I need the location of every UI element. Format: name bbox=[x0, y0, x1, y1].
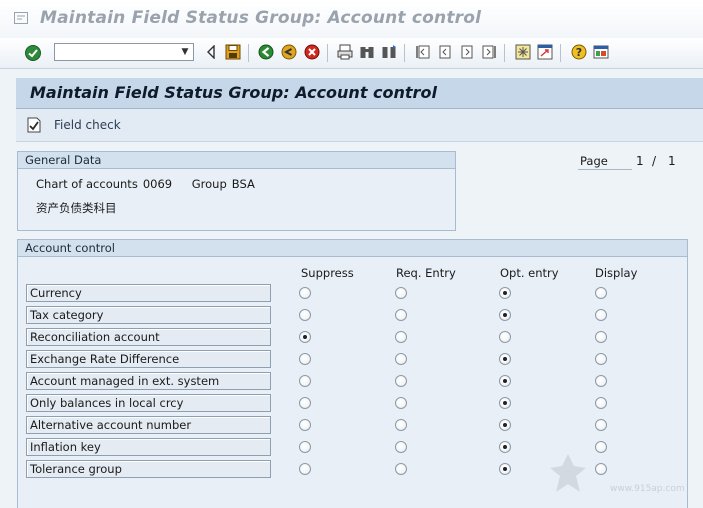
radio-required[interactable] bbox=[395, 441, 407, 453]
svg-text:?: ? bbox=[576, 46, 582, 59]
field-label: Tolerance group bbox=[26, 460, 271, 478]
radio-suppress[interactable] bbox=[299, 375, 311, 387]
window-menu-icon[interactable] bbox=[14, 12, 28, 24]
find-next-icon[interactable] bbox=[380, 43, 398, 61]
radio-optional[interactable] bbox=[499, 397, 511, 409]
window-title: Maintain Field Status Group: Account con… bbox=[40, 8, 482, 28]
page-title: Maintain Field Status Group: Account con… bbox=[30, 83, 437, 102]
radio-display[interactable] bbox=[595, 397, 607, 409]
group-label: Group bbox=[191, 177, 227, 191]
general-data-group: General Data Chart of accounts 0069 Group… bbox=[17, 151, 456, 231]
toolbar-separator bbox=[327, 44, 328, 62]
command-input[interactable] bbox=[57, 45, 181, 61]
field-label: Only balances in local crcy bbox=[26, 394, 271, 412]
radio-display[interactable] bbox=[595, 375, 607, 387]
cancel-icon[interactable] bbox=[303, 43, 321, 61]
exit-icon[interactable] bbox=[280, 43, 298, 61]
radio-suppress[interactable] bbox=[299, 287, 311, 299]
radio-optional[interactable] bbox=[499, 331, 511, 343]
chart-of-accounts-label: Chart of accounts bbox=[36, 177, 138, 191]
toolbar-separator bbox=[248, 44, 249, 62]
radio-optional[interactable] bbox=[499, 463, 511, 475]
toolbar-separator bbox=[560, 44, 561, 62]
field-check-button[interactable]: Field check bbox=[54, 118, 121, 132]
column-header: Opt. entry bbox=[500, 266, 559, 280]
chart-of-accounts-value: 0069 bbox=[142, 177, 173, 191]
group-text: 资产负债类科目 bbox=[36, 201, 117, 215]
last-page-icon[interactable] bbox=[480, 43, 498, 61]
radio-suppress[interactable] bbox=[299, 309, 311, 321]
radio-required[interactable] bbox=[395, 287, 407, 299]
find-icon[interactable] bbox=[358, 43, 376, 61]
radio-optional[interactable] bbox=[499, 353, 511, 365]
radio-optional[interactable] bbox=[499, 309, 511, 321]
field-label: Account managed in ext. system bbox=[26, 372, 271, 390]
radio-display[interactable] bbox=[595, 331, 607, 343]
standard-toolbar: ▼ ? bbox=[0, 38, 703, 69]
radio-optional[interactable] bbox=[499, 375, 511, 387]
watermark: www.915ap.com bbox=[548, 452, 698, 500]
radio-display[interactable] bbox=[595, 287, 607, 299]
radio-suppress[interactable] bbox=[299, 441, 311, 453]
general-data-heading: General Data bbox=[18, 152, 455, 169]
print-icon[interactable] bbox=[336, 43, 354, 61]
radio-suppress[interactable] bbox=[299, 463, 311, 475]
radio-display[interactable] bbox=[595, 353, 607, 365]
radio-suppress[interactable] bbox=[299, 331, 311, 343]
radio-optional[interactable] bbox=[499, 419, 511, 431]
previous-page-icon[interactable] bbox=[436, 43, 454, 61]
radio-required[interactable] bbox=[395, 331, 407, 343]
field-label: Currency bbox=[26, 284, 271, 302]
field-check-icon[interactable] bbox=[26, 117, 42, 133]
column-header: Suppress bbox=[301, 266, 354, 280]
enter-check-icon[interactable] bbox=[24, 44, 42, 62]
field-label: Reconciliation account bbox=[26, 328, 271, 346]
radio-required[interactable] bbox=[395, 397, 407, 409]
chevron-down-icon[interactable]: ▼ bbox=[177, 44, 193, 60]
general-data-line: Chart of accounts 0069 Group BSA bbox=[36, 177, 271, 191]
column-header: Req. Entry bbox=[396, 266, 456, 280]
field-label: Tax category bbox=[26, 306, 271, 324]
application-toolbar: Field check bbox=[16, 109, 703, 142]
radio-display[interactable] bbox=[595, 419, 607, 431]
radio-required[interactable] bbox=[395, 309, 407, 321]
radio-suppress[interactable] bbox=[299, 397, 311, 409]
radio-display[interactable] bbox=[595, 309, 607, 321]
watermark-logo-icon bbox=[550, 454, 586, 492]
next-page-icon[interactable] bbox=[458, 43, 476, 61]
radio-required[interactable] bbox=[395, 463, 407, 475]
toolbar-separator bbox=[504, 44, 505, 62]
toolbar-separator bbox=[404, 44, 405, 62]
radio-suppress[interactable] bbox=[299, 419, 311, 431]
customize-layout-icon[interactable] bbox=[592, 43, 610, 61]
field-label: Alternative account number bbox=[26, 416, 271, 434]
column-header: Display bbox=[595, 266, 638, 280]
field-label: Inflation key bbox=[26, 438, 271, 456]
first-page-icon[interactable] bbox=[414, 43, 432, 61]
page-total: 1 bbox=[668, 154, 676, 168]
page-label: Page bbox=[578, 153, 632, 170]
help-icon[interactable]: ? bbox=[570, 43, 588, 61]
save-icon[interactable] bbox=[224, 43, 242, 61]
command-field[interactable]: ▼ bbox=[54, 43, 194, 61]
create-session-icon[interactable] bbox=[514, 43, 532, 61]
group-value: BSA bbox=[231, 177, 255, 191]
radio-required[interactable] bbox=[395, 375, 407, 387]
back-triangle-icon[interactable] bbox=[202, 43, 220, 61]
screen-title-bar: Maintain Field Status Group: Account con… bbox=[16, 78, 703, 109]
radio-optional[interactable] bbox=[499, 287, 511, 299]
radio-required[interactable] bbox=[395, 419, 407, 431]
radio-suppress[interactable] bbox=[299, 353, 311, 365]
radio-optional[interactable] bbox=[499, 441, 511, 453]
account-control-heading: Account control bbox=[18, 240, 687, 257]
watermark-url: www.915ap.com bbox=[610, 484, 685, 494]
field-label: Exchange Rate Difference bbox=[26, 350, 271, 368]
window-title-bar: Maintain Field Status Group: Account con… bbox=[0, 0, 703, 39]
shortcut-icon[interactable] bbox=[536, 43, 554, 61]
radio-required[interactable] bbox=[395, 353, 407, 365]
page-current: 1 bbox=[636, 154, 644, 168]
page-separator: / bbox=[652, 154, 657, 168]
back-icon[interactable] bbox=[257, 43, 275, 61]
